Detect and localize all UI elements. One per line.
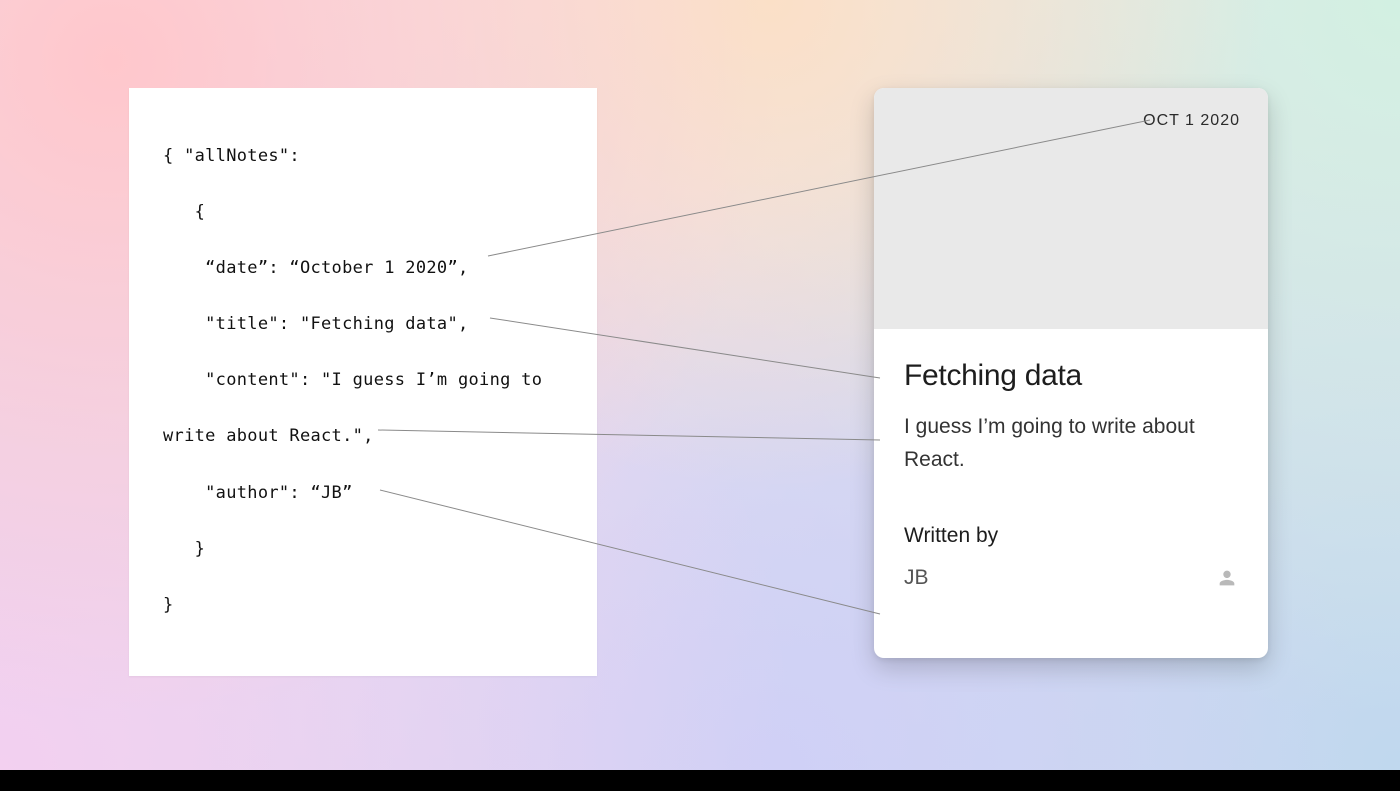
code-line-author: "author": “JB” (163, 483, 353, 503)
code-line: } (163, 595, 174, 615)
author-row: JB (904, 566, 1238, 590)
code-line: { (163, 202, 205, 222)
note-card-header: OCT 1 2020 (874, 88, 1268, 329)
code-line: { "allNotes": (163, 146, 300, 166)
code-line-date: “date”: “October 1 2020”, (163, 258, 469, 278)
note-author: JB (904, 566, 929, 590)
code-line-title: "title": "Fetching data", (163, 314, 469, 334)
code-line: } (163, 539, 205, 559)
person-icon (1216, 567, 1238, 589)
note-content: I guess I’m going to write about React. (904, 411, 1238, 476)
json-code-panel: { "allNotes": { “date”: “October 1 2020”… (129, 88, 597, 676)
json-code-block: { "allNotes": { “date”: “October 1 2020”… (163, 142, 597, 619)
written-by-label: Written by (904, 524, 1238, 548)
note-card-body: Fetching data I guess I’m going to write… (874, 329, 1268, 590)
code-line-content: "content": "I guess I’m going to (163, 370, 542, 390)
note-card: OCT 1 2020 Fetching data I guess I’m goi… (874, 88, 1268, 658)
note-date: OCT 1 2020 (1143, 112, 1240, 130)
code-line-content2: write about React.", (163, 426, 374, 446)
note-title: Fetching data (904, 359, 1238, 393)
